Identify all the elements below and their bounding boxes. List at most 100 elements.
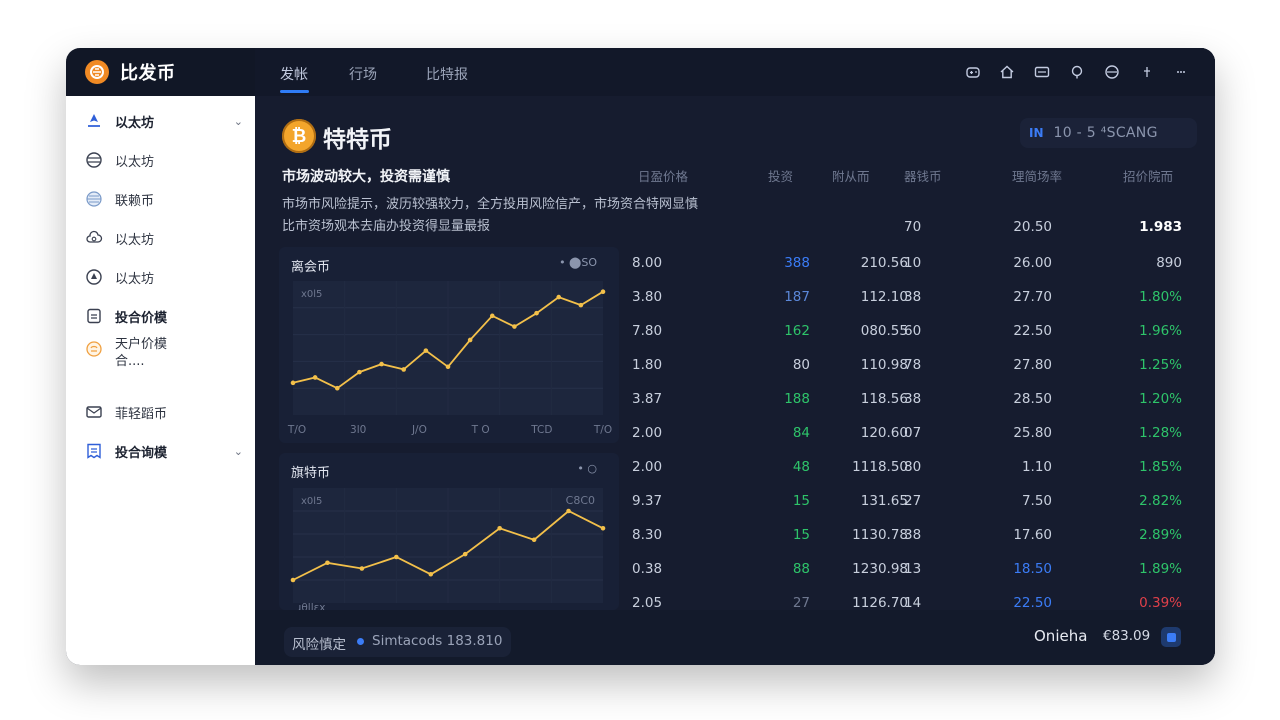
table-cell: 8.30 — [632, 527, 663, 543]
risk-status[interactable]: 风险慎定 Simtacods 183.810 — [284, 627, 511, 657]
home-icon[interactable] — [999, 64, 1015, 80]
sidebar-item-label-line: 天户价模 — [115, 337, 168, 352]
pin-icon[interactable] — [1069, 64, 1085, 80]
table-row[interactable]: 8.00 388 210.56 10 26.00 890 — [622, 247, 1212, 281]
x-tick-label: ɹθllεx — [297, 602, 326, 610]
column-header[interactable]: 招价院而 — [1123, 166, 1173, 185]
data-point — [423, 348, 429, 353]
gamepad-icon[interactable] — [965, 64, 981, 80]
table-cell: 80 — [904, 459, 922, 475]
table-cell: 1118.50 — [852, 459, 908, 475]
sidebar-item[interactable]: 菲轻蹈币 — [66, 394, 255, 430]
tab-report[interactable]: 比特报 — [426, 64, 468, 84]
table-row[interactable]: 3.87 188 118.56 38 28.50 1.20% — [622, 383, 1212, 417]
tab-market[interactable]: 行场 — [349, 64, 377, 84]
table-cell: 7.80 — [632, 323, 663, 339]
table-cell: 20.50 — [1013, 219, 1052, 235]
stack-coin-icon — [85, 151, 103, 169]
data-point — [325, 560, 330, 566]
column-header[interactable]: 日盈价格 — [638, 166, 688, 185]
table-row[interactable]: 0.38 88 1230.98 13 18.50 1.89% — [622, 553, 1212, 587]
table-row[interactable]: 1.80 80 110.98 78 27.80 1.25% — [622, 349, 1212, 383]
column-header[interactable]: 附从而 — [832, 166, 870, 185]
chevron-down-icon[interactable]: ⌄ — [234, 445, 243, 458]
data-point — [462, 551, 468, 557]
risk-status-text: Simtacods 183.810 — [372, 633, 503, 649]
compass-icon[interactable] — [1104, 64, 1120, 80]
table-cell: 07 — [904, 425, 922, 441]
data-point — [600, 525, 606, 531]
table-row[interactable]: 2.00 84 120.60 07 25.80 1.28% — [622, 417, 1212, 451]
table-cell: 22.50 — [1013, 323, 1052, 339]
table-row[interactable]: 8.30 15 1130.78 38 17.60 2.89% — [622, 519, 1212, 553]
x-tick-label: T/O — [593, 424, 612, 436]
tab-overview[interactable]: 发帐 — [280, 64, 308, 84]
sidebar-item[interactable]: 以太坊 — [66, 259, 255, 295]
table-cell: 18.50 — [1013, 561, 1052, 577]
data-point — [556, 294, 562, 300]
data-point — [359, 566, 365, 571]
table-cell: 1.89% — [1139, 561, 1182, 577]
table-cell: 27.70 — [1013, 289, 1052, 305]
chevron-down-icon[interactable]: ⌄ — [234, 115, 243, 128]
x-tick-label: J/O — [411, 424, 427, 436]
table-cell: 13 — [904, 561, 922, 577]
table-cell: 1126.70 — [852, 595, 908, 611]
table-cell: 210.56 — [860, 255, 908, 271]
table-cell: 1.983 — [1139, 219, 1182, 235]
sidebar-item[interactable]: 投合价模 — [66, 298, 255, 334]
sidebar-item-label-line: 合.... — [115, 354, 145, 369]
sidebar-item-label: 联赖币 — [115, 193, 155, 209]
table-cell: 25.80 — [1013, 425, 1052, 441]
range-selector[interactable]: IN 10 - 5 ⁴SCANG — [1020, 118, 1197, 148]
table-row[interactable]: 7.80 162 080.55 60 22.50 1.96% — [622, 315, 1212, 349]
stop-button[interactable] — [1161, 627, 1181, 647]
top-bar: 发帐 行场 比特报 — [255, 48, 1215, 96]
table-cell: 38 — [904, 391, 922, 407]
more-icon[interactable] — [1173, 64, 1189, 80]
status-bar: 风险慎定 Simtacods 183.810 Onieha €83.09 — [255, 610, 1215, 665]
data-point — [566, 508, 571, 514]
table-cell: 15 — [792, 493, 810, 509]
status-dot-icon — [357, 638, 364, 645]
table-cell: 2.05 — [632, 595, 663, 611]
main-panel: 发帐 行场 比特报 ₿ 特特币 IN 10 - 5 ⁴SCANG 市场波动较大，… — [255, 48, 1215, 665]
sidebar-item[interactable]: 天户价模合.... — [66, 336, 255, 380]
sidebar: 比发币 以太坊 ⌄ 以太坊 联赖币 以太坊 以太坊 投合价模 天户价模 合.... 菲轻蹈币 投合询… — [66, 48, 255, 665]
data-point — [394, 554, 399, 560]
data-point — [290, 380, 296, 386]
column-header[interactable]: 投资 — [768, 166, 793, 185]
sidebar-item[interactable]: 以太坊 — [66, 142, 255, 178]
table-cell: 0.39% — [1139, 595, 1182, 611]
table-cell: 88 — [792, 561, 810, 577]
sidebar-item[interactable]: 投合询模 ⌄ — [66, 433, 255, 469]
table-cell: 80 — [792, 357, 810, 373]
brand-bar: 比发币 — [66, 48, 255, 96]
table-cell: 8.00 — [632, 255, 663, 271]
table-cell: 1.10 — [1021, 459, 1052, 475]
y-tick-label: x0l5 — [301, 496, 322, 507]
table-cell: 15 — [792, 527, 810, 543]
document-icon — [85, 307, 103, 325]
table-cell: 70 — [904, 219, 922, 235]
table-row[interactable]: 3.80 187 112.10 38 27.70 1.80% — [622, 281, 1212, 315]
column-header[interactable]: 器钱币 — [904, 166, 942, 185]
table-row[interactable]: 2.00 48 1118.50 80 1.10 1.85% — [622, 451, 1212, 485]
table-cell: 38 — [904, 527, 922, 543]
brand-name: 比发币 — [120, 63, 176, 84]
table-cell: 17.60 — [1013, 527, 1052, 543]
table-cell: 14 — [904, 595, 922, 611]
card-icon[interactable] — [1034, 64, 1050, 80]
table-row[interactable]: 9.37 15 131.65 27 7.50 2.82% — [622, 485, 1212, 519]
table-cell: 27.80 — [1013, 357, 1052, 373]
table-row[interactable]: 70 20.50 1.983 — [622, 211, 1212, 245]
status-price: €83.09 — [1103, 628, 1151, 644]
column-header[interactable]: 理简场率 — [1012, 166, 1062, 185]
table-cell: 131.65 — [860, 493, 908, 509]
sidebar-item[interactable]: 联赖币 — [66, 181, 255, 217]
arrows-icon[interactable] — [1139, 64, 1155, 80]
data-point — [379, 361, 384, 367]
sidebar-item[interactable]: 以太坊 ⌄ — [66, 103, 255, 139]
sidebar-item[interactable]: 以太坊 — [66, 220, 255, 256]
table-cell: 1.96% — [1139, 323, 1182, 339]
